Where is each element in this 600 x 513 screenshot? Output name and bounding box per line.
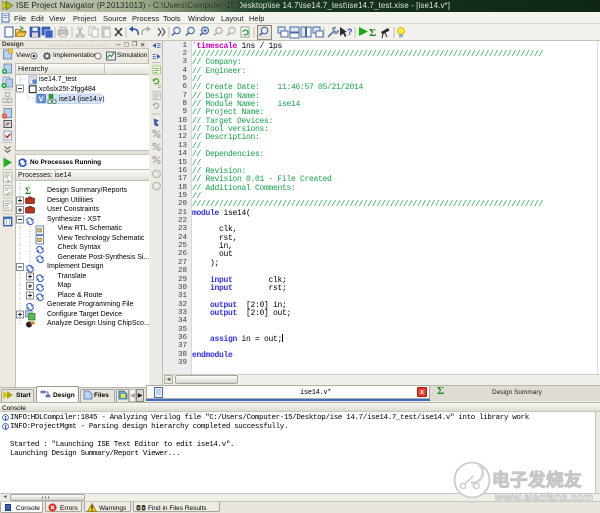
svg-text:www.elecfans.com: www.elecfans.com: [494, 492, 593, 504]
svg-text:?: ?: [347, 27, 353, 37]
svg-text:电子发烧友: 电子发烧友: [492, 470, 582, 490]
svg-text:Σ: Σ: [369, 27, 376, 39]
svg-text:Σ: Σ: [25, 186, 31, 196]
svg-text:V: V: [39, 96, 44, 103]
